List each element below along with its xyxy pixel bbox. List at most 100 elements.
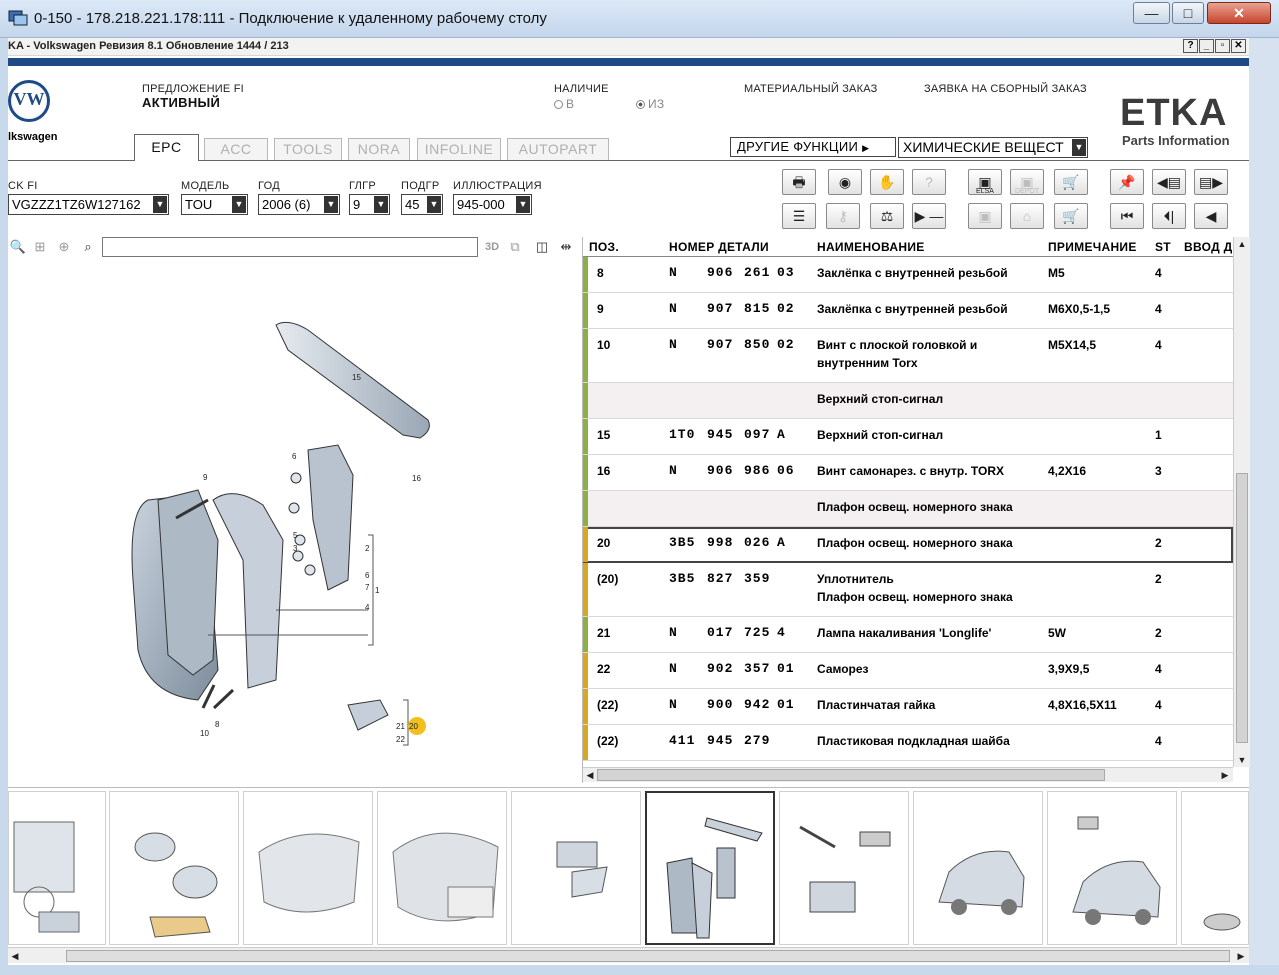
elsa-button[interactable]: ▣ ELSA (968, 169, 1002, 195)
prev-page-button[interactable]: ◀▤ (1152, 169, 1186, 195)
callout-22[interactable]: 22 (396, 735, 405, 744)
thumbnail-scrollbar[interactable]: ◀ ▶ (8, 947, 1249, 963)
thumbnail[interactable] (913, 791, 1043, 945)
help-button[interactable]: ? (1183, 39, 1198, 53)
scroll-left-icon[interactable]: ◀ (8, 949, 22, 963)
tab-autopart[interactable]: AUTOPART (507, 138, 609, 160)
table-row[interactable]: (20) 3B5 827 359 Уплотнитель Плафон освещ. но… (583, 563, 1233, 617)
zoom-out-icon[interactable]: 🔍 (8, 237, 28, 257)
compare-button[interactable]: ▣ (968, 203, 1002, 229)
cart-button[interactable]: 🛒 (1054, 203, 1088, 229)
vin-select[interactable]: VGZZZ1TZ6W127162 ▼ (8, 194, 169, 215)
table-row[interactable]: 9 N 907 815 02 Заклёпка с внутренней резьбой M… (583, 293, 1233, 329)
scroll-right-icon[interactable]: ▶ (1234, 949, 1248, 963)
scroll-thumb[interactable] (66, 950, 1230, 962)
next-page-button[interactable]: ▤▶ (1194, 169, 1228, 195)
thumbnail[interactable] (779, 791, 909, 945)
exploded-view-illustration[interactable]: 15 16 6 9 5 3 2 6 7 1 4 10 8 21 22 20 (8, 260, 583, 787)
balance-button[interactable]: ⚖ (870, 203, 904, 229)
tab-tools[interactable]: TOOLS (274, 138, 342, 160)
app-restore-button[interactable]: ▫ (1215, 39, 1230, 53)
table-row[interactable]: (22) 411 945 279 Пластиковая подкладная шайб… (583, 725, 1233, 761)
media-button[interactable]: ◉ (828, 169, 862, 195)
tab-epc[interactable]: EPC (134, 134, 199, 161)
table-row[interactable]: 8 N 906 261 03 Заклёпка с внутренней резьбой M… (583, 257, 1233, 293)
callout-5[interactable]: 5 (293, 531, 298, 540)
thumbnail-active[interactable] (645, 791, 775, 945)
app-close-button[interactable]: ✕ (1231, 39, 1246, 53)
scroll-thumb[interactable] (1236, 473, 1248, 743)
resize-icon[interactable]: ⇹ (556, 237, 576, 257)
close-button[interactable]: ✕ (1207, 2, 1271, 24)
callout-7[interactable]: 7 (365, 583, 370, 592)
thumbnail[interactable] (8, 791, 106, 945)
thumbnail[interactable] (1047, 791, 1177, 945)
col-note[interactable]: ПРИМЕЧАНИЕ (1048, 240, 1137, 254)
table-row[interactable]: (22) N 900 942 01 Пластинчатая гайка 4,8X16,5X… (583, 689, 1233, 725)
callout-9[interactable]: 9 (203, 473, 208, 482)
sub-group-select[interactable]: 45 ▼ (401, 194, 443, 215)
col-date[interactable]: ВВОД Д (1184, 240, 1232, 254)
scroll-left-icon[interactable]: ◀ (583, 768, 597, 782)
search-icon[interactable]: ⌕ (78, 237, 98, 257)
scroll-thumb[interactable] (597, 769, 1105, 781)
thumbnail[interactable] (1181, 791, 1249, 945)
list-view-button[interactable]: ☰ (782, 203, 816, 229)
app-minimize-button[interactable]: _ (1199, 39, 1214, 53)
thumbnail[interactable] (109, 791, 239, 945)
table-row[interactable]: 15 1T0 945 097 A Верхний стоп-сигнал 1 (583, 419, 1233, 455)
pin-button[interactable]: 📌 (1110, 169, 1144, 195)
layers-icon[interactable]: ⧉ (505, 237, 525, 257)
table-row[interactable]: 16 N 906 986 06 Винт самонарез. с внутр. TORX… (583, 455, 1233, 491)
illustration-search-input[interactable] (102, 237, 478, 257)
zoom-in-icon[interactable]: ⊕ (54, 237, 74, 257)
callout-1[interactable]: 1 (375, 586, 380, 595)
prev-button[interactable]: ◀ (1194, 203, 1228, 229)
callout-8[interactable]: 8 (215, 720, 220, 729)
callout-2[interactable]: 2 (365, 544, 370, 553)
callout-10[interactable]: 10 (200, 729, 209, 738)
callout-3[interactable]: 3 (293, 544, 298, 553)
col-name[interactable]: НАИМЕНОВАНИЕ (817, 240, 925, 254)
table-group-row[interactable]: Верхний стоп-сигнал (583, 383, 1233, 419)
callout-15[interactable]: 15 (352, 373, 361, 382)
callout-6[interactable]: 6 (292, 452, 297, 461)
assembly-order-link[interactable]: ЗАЯВКА НА СБОРНЫЙ ЗАКАЗ (924, 83, 1087, 95)
table-row[interactable]: 10 N 907 850 02 Винт с плоской головкой и внут… (583, 329, 1233, 383)
callout-6b[interactable]: 6 (365, 571, 370, 580)
material-order-link[interactable]: МАТЕРИАЛЬНЫЙ ЗАКАЗ (744, 83, 877, 95)
tab-acc[interactable]: ACC (204, 138, 268, 160)
callout-21[interactable]: 21 (396, 722, 405, 731)
print-button[interactable]: 🖶 (782, 169, 816, 195)
cart-add-button[interactable]: 🛒 (1054, 169, 1088, 195)
scroll-up-icon[interactable]: ▲ (1235, 237, 1249, 251)
zoom-fit-icon[interactable]: ⊞ (30, 237, 50, 257)
callout-16[interactable]: 16 (412, 474, 421, 483)
callout-4[interactable]: 4 (365, 603, 370, 612)
availability-in-radio[interactable]: В (554, 97, 574, 111)
callout-20[interactable]: 20 (409, 722, 418, 731)
col-part-number[interactable]: НОМЕР ДЕТАЛИ (669, 240, 769, 254)
scroll-right-icon[interactable]: ▶ (1218, 768, 1232, 782)
first-button[interactable]: ⏮ (1110, 203, 1144, 229)
3d-button[interactable]: 3D (481, 237, 503, 257)
handshake-button[interactable]: ✋ (870, 169, 904, 195)
col-pos[interactable]: ПОЗ. (589, 240, 619, 254)
table-group-row[interactable]: Плафон освещ. номерного знака (583, 491, 1233, 527)
scroll-down-icon[interactable]: ▼ (1235, 753, 1249, 767)
table-row[interactable]: 20 3B5 998 026 A Плафон освещ. номерного знак… (583, 527, 1233, 563)
split-view-icon[interactable]: ◫ (532, 237, 552, 257)
minimize-button[interactable]: — (1133, 2, 1170, 24)
depot-button[interactable]: ▣ DEPOT (1010, 169, 1044, 195)
chemicals-select[interactable]: ХИМИЧЕСКИЕ ВЕЩЕСТ ▼ (898, 137, 1088, 158)
info-chat-button[interactable]: ? (912, 169, 946, 195)
main-group-select[interactable]: 9 ▼ (349, 194, 390, 215)
parts-vertical-scrollbar[interactable]: ▲ ▼ (1233, 237, 1250, 767)
range-button[interactable]: ▶ — (912, 203, 946, 229)
back-button[interactable]: ⏴| (1152, 203, 1186, 229)
year-select[interactable]: 2006 (6) ▼ (258, 194, 340, 215)
parts-horizontal-scrollbar[interactable]: ◀ ▶ (583, 767, 1233, 782)
dealer-button[interactable]: ⌂ (1010, 203, 1044, 229)
key-button[interactable]: ⚷ (826, 203, 860, 229)
model-select[interactable]: TOU ▼ (181, 194, 248, 215)
